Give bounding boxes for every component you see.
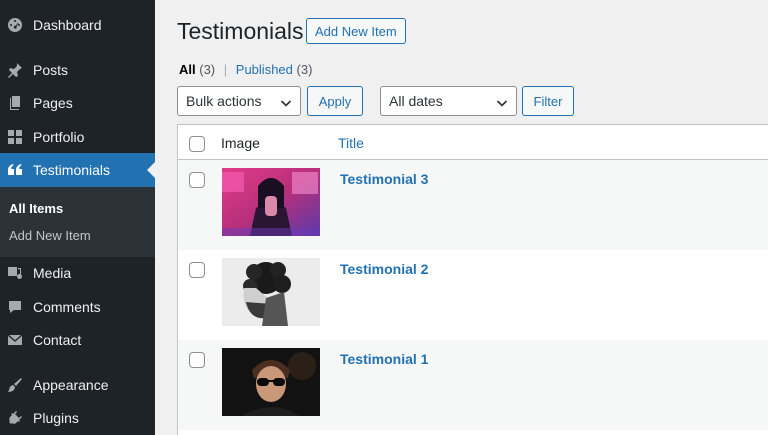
filter-published-count: (3) bbox=[296, 62, 313, 77]
dates-select[interactable]: All dates bbox=[380, 86, 517, 116]
mail-icon bbox=[7, 332, 23, 348]
column-header-title[interactable]: Title bbox=[338, 135, 364, 151]
apply-button[interactable]: Apply bbox=[307, 86, 363, 116]
row-checkbox[interactable] bbox=[189, 352, 205, 368]
dates-value: All dates bbox=[389, 93, 443, 109]
media-icon bbox=[7, 265, 23, 281]
chevron-down-icon bbox=[280, 96, 292, 108]
table-header: Image Title bbox=[178, 125, 768, 160]
submenu-all-items[interactable]: All Items bbox=[9, 201, 63, 216]
row-title-link[interactable]: Testimonial 3 bbox=[340, 171, 428, 187]
table-row: Testimonial 1 bbox=[178, 340, 768, 430]
filter-separator: | bbox=[223, 62, 228, 77]
sidebar-item-label: Pages bbox=[33, 95, 73, 111]
sidebar-item-contact[interactable]: Contact bbox=[0, 323, 155, 357]
plugin-icon bbox=[7, 410, 23, 426]
sidebar-item-posts[interactable]: Posts bbox=[0, 53, 155, 87]
dashboard-icon bbox=[7, 17, 23, 33]
sidebar-item-label: Appearance bbox=[33, 377, 109, 393]
sidebar-item-comments[interactable]: Comments bbox=[0, 290, 155, 324]
submenu-add-new-item[interactable]: Add New Item bbox=[9, 228, 91, 243]
column-header-image: Image bbox=[221, 135, 260, 151]
page-title: Testimonials bbox=[177, 18, 304, 44]
pin-icon bbox=[7, 62, 23, 78]
sidebar-item-label: Testimonials bbox=[33, 162, 111, 178]
admin-sidebar: Dashboard Posts Pages Portfolio Testimon… bbox=[0, 0, 155, 435]
brush-icon bbox=[7, 377, 23, 393]
sidebar-item-label: Plugins bbox=[33, 410, 79, 426]
table-row: Testimonial 2 bbox=[178, 250, 768, 340]
add-new-item-button[interactable]: Add New Item bbox=[306, 18, 406, 44]
sidebar-item-plugins[interactable]: Plugins bbox=[0, 401, 155, 435]
row-checkbox[interactable] bbox=[189, 262, 205, 278]
pages-icon bbox=[7, 95, 23, 111]
sidebar-item-testimonials[interactable]: Testimonials bbox=[0, 153, 155, 187]
bulk-actions-select[interactable]: Bulk actions bbox=[177, 86, 301, 116]
row-checkbox[interactable] bbox=[189, 172, 205, 188]
filter-all-count: (3) bbox=[199, 62, 216, 77]
filter-all-link[interactable]: All (3) bbox=[179, 62, 215, 77]
testimonial-thumbnail bbox=[222, 348, 320, 416]
sidebar-item-media[interactable]: Media bbox=[0, 256, 155, 290]
sidebar-item-label: Comments bbox=[33, 299, 101, 315]
quote-icon bbox=[7, 162, 23, 178]
main-content: Testimonials Add New Item All (3) | Publ… bbox=[155, 0, 768, 435]
sidebar-item-portfolio[interactable]: Portfolio bbox=[0, 120, 155, 154]
testimonial-thumbnail bbox=[222, 168, 320, 236]
filter-published-link[interactable]: Published (3) bbox=[236, 62, 313, 77]
table-row: Testimonial 3 bbox=[178, 160, 768, 250]
chevron-down-icon bbox=[496, 96, 508, 108]
sidebar-item-label: Portfolio bbox=[33, 129, 85, 145]
sidebar-item-label: Contact bbox=[33, 332, 82, 348]
items-table: Image Title Testimonial 3 Testimonial 2 … bbox=[177, 124, 768, 435]
testimonials-submenu: All Items Add New Item bbox=[0, 187, 155, 257]
sidebar-item-label: Dashboard bbox=[33, 17, 102, 33]
row-title-link[interactable]: Testimonial 2 bbox=[340, 261, 428, 277]
grid-icon bbox=[7, 129, 23, 145]
sidebar-item-dashboard[interactable]: Dashboard bbox=[0, 8, 155, 42]
testimonial-thumbnail bbox=[222, 258, 320, 326]
select-all-checkbox[interactable] bbox=[189, 136, 205, 152]
bulk-actions-value: Bulk actions bbox=[186, 93, 262, 109]
sidebar-item-label: Posts bbox=[33, 62, 69, 78]
comment-icon bbox=[7, 299, 23, 315]
sidebar-item-appearance[interactable]: Appearance bbox=[0, 368, 155, 402]
row-title-link[interactable]: Testimonial 1 bbox=[340, 351, 428, 367]
status-filter-links: All (3) | Published (3) bbox=[179, 62, 312, 77]
sidebar-item-pages[interactable]: Pages bbox=[0, 86, 155, 120]
filter-button[interactable]: Filter bbox=[522, 86, 574, 116]
sidebar-item-label: Media bbox=[33, 265, 72, 281]
